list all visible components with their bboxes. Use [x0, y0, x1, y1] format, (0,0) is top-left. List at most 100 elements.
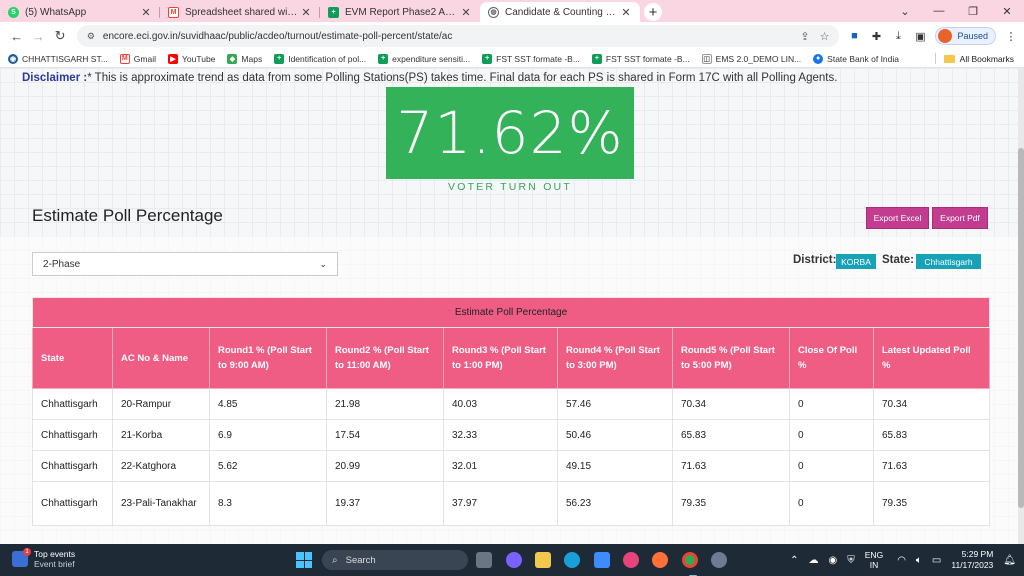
disclaimer: Disclaimer :* This is approximate trend …: [22, 72, 837, 84]
tab-candidate-counting[interactable]: ◍ Candidate & Counting Managem ✕: [480, 2, 640, 22]
table-caption: Estimate Poll Percentage: [31, 297, 991, 328]
reload-icon[interactable]: ↻: [49, 28, 71, 44]
bookmark-item[interactable]: + Identification of pol...: [274, 53, 366, 64]
side-panel-icon[interactable]: ▣: [913, 30, 927, 43]
bookmark-item[interactable]: ● State Bank of India: [813, 53, 899, 64]
chevron-up-icon[interactable]: ⌃: [790, 555, 798, 566]
close-icon[interactable]: ✕: [300, 6, 312, 19]
table-cell: 19.37: [326, 481, 444, 526]
tab-whatsapp[interactable]: S (5) WhatsApp ✕: [0, 2, 160, 22]
cloud-icon[interactable]: ☁: [809, 555, 819, 566]
volume-icon[interactable]: 🔈︎: [916, 555, 922, 566]
bookmarks-bar: ◉ CHHATTISGARH ST... M Gmail ▶ YouTube ◆ Map…: [0, 50, 1024, 68]
page-scrollbar[interactable]: [1018, 68, 1024, 544]
export-excel-button[interactable]: Export Excel: [866, 207, 929, 229]
table-row: Chhattisgarh 21-Korba 6.9 17.54 32.33 50…: [32, 419, 991, 451]
task-view-icon[interactable]: [476, 552, 492, 568]
bookmark-label: Maps: [241, 53, 263, 64]
file-explorer-icon[interactable]: [535, 552, 551, 568]
menu-kebab-icon[interactable]: ⋮: [1004, 30, 1018, 43]
profile-button[interactable]: Paused: [935, 27, 996, 45]
all-bookmarks-button[interactable]: All Bookmarks: [934, 53, 1014, 64]
table-cell: 21-Korba: [112, 419, 210, 451]
window-controls: ⌄ — ❐ ✕: [888, 0, 1024, 22]
download-icon[interactable]: ⤓: [891, 30, 905, 43]
table-cell: 79.35: [672, 481, 790, 526]
table-cell: 57.46: [557, 388, 673, 420]
bookmark-item[interactable]: M Gmail: [119, 53, 156, 64]
bookmark-item[interactable]: + expenditure sensiti...: [378, 53, 470, 64]
extensions-puzzle-icon[interactable]: ✚: [869, 30, 883, 43]
table-row: Chhattisgarh 22-Katghora 5.62 20.99 32.0…: [32, 450, 991, 482]
chrome-icon[interactable]: [682, 552, 698, 576]
scrollbar-thumb[interactable]: [1018, 148, 1024, 508]
share-icon[interactable]: ⇪: [800, 30, 809, 43]
clock[interactable]: 5:29 PM 11/17/2023: [951, 549, 993, 571]
wps-icon[interactable]: [623, 552, 639, 568]
store-icon[interactable]: [594, 552, 610, 568]
security-icon[interactable]: ⛨: [847, 555, 855, 566]
address-bar[interactable]: ⚙ encore.eci.gov.in/suvidhaac/public/acd…: [76, 25, 840, 47]
lang-bottom: IN: [869, 560, 879, 570]
site-info-icon[interactable]: ⚙: [87, 31, 95, 42]
extension-save-icon[interactable]: ■: [847, 30, 861, 42]
bookmark-star-icon[interactable]: ☆: [820, 30, 830, 43]
bookmark-label: FST SST formate -B...: [496, 53, 580, 64]
profile-status: Paused: [957, 31, 988, 41]
table-cell: 65.83: [672, 419, 790, 451]
tab-search-icon[interactable]: ⌄: [888, 0, 922, 22]
table-cell: 23-Pali-Tanakhar: [112, 481, 210, 526]
firefox-icon[interactable]: [652, 552, 668, 568]
url-text: encore.eci.gov.in/suvidhaac/public/acdeo…: [102, 30, 453, 42]
tab-title: (5) WhatsApp: [25, 6, 87, 18]
battery-icon[interactable]: ▭: [932, 555, 941, 566]
sheets-icon: +: [328, 6, 339, 18]
table-cell: 6.9: [209, 419, 327, 451]
lang-top: ENG: [864, 550, 884, 560]
notification-bell-icon[interactable]: 🔔︎: [1003, 555, 1016, 566]
close-icon[interactable]: ✕: [460, 6, 472, 19]
windows-start-icon[interactable]: [296, 552, 312, 568]
voter-turnout-value: 71.62%: [396, 99, 624, 167]
table-cell: Chhattisgarh: [32, 481, 113, 526]
system-tray: ⌃ ☁ ◉ ⛨ ENG IN ◠ 🔈︎ ▭ 5:29 PM 11/17/2023…: [790, 544, 1024, 576]
bookmark-label: State Bank of India: [827, 53, 899, 64]
phase-select[interactable]: 2-Phase ⌄: [32, 252, 338, 276]
bookmark-item[interactable]: ◉ CHHATTISGARH ST...: [8, 53, 108, 64]
close-window-icon[interactable]: ✕: [990, 0, 1024, 22]
table-cell: 79.35: [872, 481, 991, 526]
export-pdf-button[interactable]: Export Pdf: [932, 207, 988, 229]
tab-evm-report[interactable]: + EVM Report Phase2 Assembly El ✕: [320, 2, 480, 22]
news-subtitle: Event brief: [34, 559, 75, 569]
table-cell: 20-Rampur: [112, 388, 210, 420]
bookmark-item[interactable]: ◫ EMS 2.0_DEMO LIN...: [701, 53, 801, 64]
edge-icon[interactable]: [564, 552, 580, 568]
column-header: State: [32, 327, 113, 389]
minimize-icon[interactable]: —: [922, 0, 956, 22]
table-cell: 71.63: [872, 450, 991, 482]
table-cell: 0: [789, 388, 874, 420]
language-indicator[interactable]: ENG IN: [865, 550, 883, 570]
tab-gmail[interactable]: M Spreadsheet shared with you: "E ✕: [160, 2, 320, 22]
news-widget[interactable]: 1 Top events Event brief: [12, 548, 75, 569]
notification-badge-icon: 1: [23, 548, 31, 556]
settings-gear-icon[interactable]: [711, 552, 727, 568]
all-bookmarks-label: All Bookmarks: [959, 53, 1014, 64]
bookmark-item[interactable]: ▶ YouTube: [168, 53, 215, 64]
chevron-down-icon: ⌄: [319, 258, 327, 269]
new-tab-button[interactable]: +: [644, 3, 662, 21]
close-icon[interactable]: ✕: [140, 6, 152, 19]
table-cell: 32.01: [443, 450, 558, 482]
maximize-icon[interactable]: ❐: [956, 0, 990, 22]
wifi-icon[interactable]: ◠: [897, 555, 906, 566]
close-icon[interactable]: ✕: [620, 6, 632, 19]
taskbar-search[interactable]: ⌕ Search: [322, 550, 468, 570]
forward-icon[interactable]: →: [28, 29, 50, 44]
bookmark-item[interactable]: ◆ Maps: [227, 53, 263, 64]
voter-turnout-box: 71.62%: [386, 87, 634, 179]
app-tray-icon[interactable]: ◉: [829, 555, 838, 566]
bookmark-item[interactable]: + FST SST formate -B...: [482, 53, 580, 64]
back-icon[interactable]: ←: [6, 29, 28, 44]
teams-icon[interactable]: [506, 552, 522, 568]
bookmark-item[interactable]: + FST SST formate -B...: [591, 53, 690, 64]
